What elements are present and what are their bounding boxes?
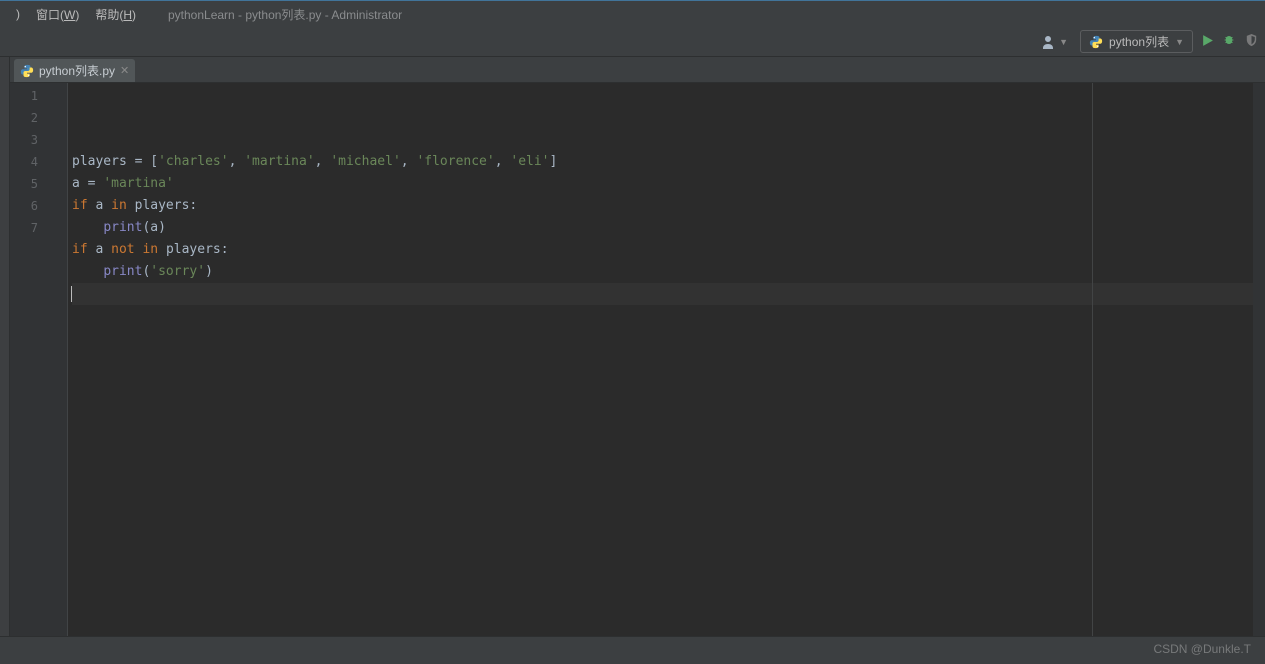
menu-partial[interactable]: ) bbox=[8, 7, 28, 21]
code-line[interactable]: a = 'martina' bbox=[72, 173, 1253, 195]
chevron-down-icon: ▼ bbox=[1175, 37, 1184, 47]
close-icon[interactable]: ✕ bbox=[120, 64, 129, 77]
debug-button[interactable] bbox=[1222, 33, 1236, 50]
run-config-select[interactable]: python列表 ▼ bbox=[1080, 30, 1193, 53]
menu-window[interactable]: 窗口(W) bbox=[28, 6, 87, 23]
toolbar: ▼ python列表 ▼ bbox=[0, 27, 1265, 57]
play-icon bbox=[1201, 34, 1214, 47]
shield-icon bbox=[1244, 33, 1259, 48]
code-line[interactable]: if a in players: bbox=[72, 195, 1253, 217]
editor-wrap: python列表.py ✕ 1234567 players = ['charle… bbox=[10, 57, 1265, 636]
line-number: 2 bbox=[10, 107, 52, 129]
line-number: 3 bbox=[10, 129, 52, 151]
code-line[interactable]: players = ['charles', 'martina', 'michae… bbox=[72, 151, 1253, 173]
code-area[interactable]: players = ['charles', 'martina', 'michae… bbox=[68, 83, 1253, 636]
run-config-label: python列表 bbox=[1109, 33, 1169, 50]
watermark: CSDN @Dunkle.T bbox=[1153, 642, 1251, 656]
window-title: pythonLearn - python列表.py - Administrato… bbox=[168, 6, 402, 23]
line-number: 7 bbox=[10, 217, 52, 239]
line-number: 1 bbox=[10, 85, 52, 107]
chevron-down-icon: ▼ bbox=[1059, 37, 1068, 47]
editor-tabbar: python列表.py ✕ bbox=[10, 57, 1265, 83]
line-numbers: 1234567 bbox=[10, 83, 52, 636]
line-number: 4 bbox=[10, 151, 52, 173]
code-line[interactable] bbox=[72, 283, 1253, 305]
text-cursor bbox=[71, 286, 72, 302]
menubar: ) 窗口(W) 帮助(H) pythonLearn - python列表.py … bbox=[0, 1, 1265, 27]
bug-icon bbox=[1222, 33, 1236, 47]
menu-help[interactable]: 帮助(H) bbox=[87, 6, 144, 23]
coverage-button[interactable] bbox=[1244, 33, 1259, 51]
hard-wrap-guide bbox=[1092, 83, 1093, 636]
run-button[interactable] bbox=[1201, 34, 1214, 50]
error-stripe[interactable] bbox=[1253, 83, 1265, 636]
code-editor[interactable]: 1234567 players = ['charles', 'martina',… bbox=[10, 83, 1265, 636]
editor-gutter[interactable] bbox=[52, 83, 68, 636]
code-line[interactable]: print(a) bbox=[72, 217, 1253, 239]
tool-window-bar-left[interactable] bbox=[0, 57, 10, 636]
status-bar bbox=[0, 636, 1265, 664]
editor-tab-label: python列表.py bbox=[39, 62, 115, 79]
code-line[interactable]: print('sorry') bbox=[72, 261, 1253, 283]
code-line[interactable]: if a not in players: bbox=[72, 239, 1253, 261]
user-button[interactable]: ▼ bbox=[1036, 32, 1072, 52]
editor-tab[interactable]: python列表.py ✕ bbox=[14, 59, 135, 82]
python-icon bbox=[20, 64, 34, 78]
python-icon bbox=[1089, 35, 1103, 49]
main-area: python列表.py ✕ 1234567 players = ['charle… bbox=[0, 57, 1265, 636]
user-icon bbox=[1040, 34, 1056, 50]
line-number: 6 bbox=[10, 195, 52, 217]
line-number: 5 bbox=[10, 173, 52, 195]
